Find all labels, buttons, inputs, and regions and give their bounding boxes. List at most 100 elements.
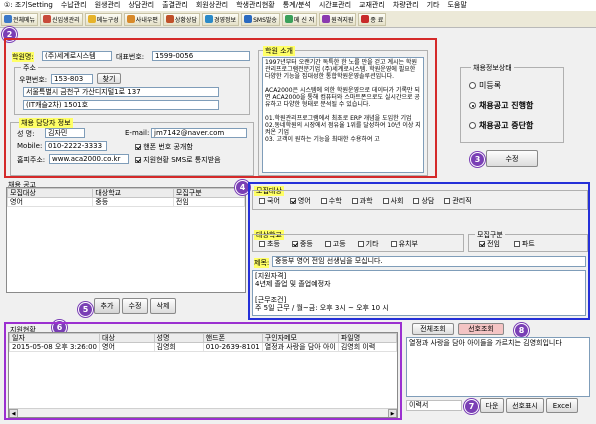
email-input[interactable]: jm7142@naver.com [151,128,247,138]
subjects-checkbox-3[interactable]: 과학 [351,196,373,206]
menu-item-7[interactable]: 통계/분석 [279,0,315,11]
manager-name-input[interactable]: 김자민 [45,128,85,138]
academy-phone-label: 대표번호: [116,53,145,61]
menu-item-9[interactable]: 교재관리 [355,0,389,11]
public-phone-checkbox[interactable]: 핸폰 번호 공개함 [135,142,193,152]
checkbox-mark [390,241,397,247]
job-delete-button[interactable]: 삭제 [150,298,176,314]
recruit-status-group: 채용정보상태 미등록 채용공고 진행함 채용공고 중단함 [460,63,564,143]
checkbox-label: 영어 [297,197,311,205]
tab-all-view[interactable]: 전체조회 [412,323,454,335]
preferred-mark-button[interactable]: 선호표시 [506,398,544,413]
checkbox-mark [291,241,298,247]
checkbox-label: 관리직 [452,197,472,205]
toolbar-button-5[interactable]: 경영정보 [201,12,240,26]
column-header[interactable]: 대상학교 [92,188,174,198]
schools-checkbox-4[interactable]: 유치부 [390,239,418,249]
find-address-button[interactable]: 찾기 [97,73,121,84]
schools-checkbox-2[interactable]: 고등 [324,239,346,249]
toolbar-button-9[interactable]: 종 료 [358,12,387,26]
toolbar-button-7[interactable]: 메 신 저 [281,12,318,26]
menu-item-8[interactable]: 시간표관리 [315,0,355,11]
post-title-label: 제목: [254,258,270,268]
toolbar-button-8[interactable]: 원격지원 [319,12,357,26]
scroll-left-icon[interactable]: ◀ [9,409,18,417]
applicant-memo-area[interactable]: 열정과 사랑을 담아 아이들을 가르치는 김영희입니다 [406,337,590,397]
scroll-right-icon[interactable]: ▶ [388,409,397,417]
menu-item-4[interactable]: 출결관리 [158,0,192,11]
column-header[interactable]: 구인자메모 [261,333,339,343]
address2-input[interactable]: (IT캐슬2차) 1501호 [23,100,219,110]
checkbox-label: 고등 [332,240,346,248]
subjects-checkbox-6[interactable]: 관리직 [444,196,472,206]
menu-item-1[interactable]: 수납관리 [57,0,91,11]
radio-button [469,102,476,109]
toolbar-button-1[interactable]: 신입생관리 [40,12,83,26]
menu-item-6[interactable]: 학생관리현황 [232,0,279,11]
job-detail-section: 모집대상 국어 영어 수학 과학 사회 상담 관리직 대상학교 초등 중등 고등 기타 유치부 모집… [248,182,590,320]
toolbar-button-3[interactable]: 사내우편 [123,12,161,26]
tab-preferred-view[interactable]: 선호조회 [458,323,504,335]
excel-export-button[interactable]: Excel [546,398,578,413]
column-header[interactable]: 파일명 [337,333,397,343]
homepage-input[interactable]: www.aca2000.co.kr [49,154,129,164]
intro-textarea[interactable]: 1997년부터 오랜기간 독특한 한 노를 만을 걷고 계시는 학원관리프로그램… [262,57,424,173]
toolbar-button-2[interactable]: 메뉴구성 [84,12,122,26]
menu-item-0[interactable]: ①: 조기Setting [0,0,57,11]
toolbar: 전체메뉴 신입생관리 메뉴구성 사내우편 상황상담 경영정보 SMS발송 메 신 저 원격지원 종… [0,11,596,28]
mobile-input[interactable]: 010-2222-3333 [45,141,107,151]
academy-name-input[interactable]: (주)세계로시스템 [42,51,112,61]
status-option-0[interactable]: 미등록 [469,80,501,91]
column-header[interactable]: 모집구분 [172,188,245,198]
schools-checkbox-1[interactable]: 중등 [291,239,313,249]
column-header[interactable]: 핸드폰 [202,333,263,343]
menu-item-2[interactable]: 원생관리 [91,0,125,11]
toolbar-button-label: 전체메뉴 [13,16,36,24]
academy-info-section: 학원명: (주)세계로시스템 대표번호: 1599-0056 주소 우편번호: … [4,38,437,178]
applicants-horizontal-scrollbar[interactable]: ◀ ▶ [9,408,397,417]
column-header[interactable]: 성명 [153,333,204,343]
schools-checkbox-3[interactable]: 기타 [357,239,379,249]
table-row[interactable]: 영어 중등 전임 [7,197,245,207]
types-checkbox-1[interactable]: 파트 [513,239,535,249]
menu-item-3[interactable]: 상담관리 [124,0,158,11]
toolbar-button-0[interactable]: 전체메뉴 [1,12,39,26]
menu-item-10[interactable]: 차량관리 [389,0,423,11]
status-option-2[interactable]: 채용공고 중단함 [469,120,533,131]
job-add-button[interactable]: 추가 [94,298,120,314]
school-group: 초등 중등 고등 기타 유치부 [252,234,464,252]
post-body-textarea[interactable]: [지원자격] 4년제 졸업 및 졸업예정자 [근무조건] 주 5일 근무 / 월… [252,270,586,316]
subjects-checkbox-4[interactable]: 사회 [382,196,404,206]
status-option-1[interactable]: 채용공고 진행함 [469,100,533,111]
checkbox-label: 과학 [359,197,373,205]
column-header[interactable]: 모집대상 [7,188,94,198]
toolbar-button-4[interactable]: 상황상담 [162,12,200,26]
toolbar-icon [204,15,213,23]
status-option-label: 채용공고 중단함 [479,121,534,130]
column-header[interactable]: 대상 [99,333,155,343]
status-edit-button[interactable]: 수정 [486,150,538,167]
menu-item-11[interactable]: 기타 [423,0,444,11]
subjects-checkbox-2[interactable]: 수학 [320,196,342,206]
job-edit-button[interactable]: 수정 [122,298,148,314]
subjects-checkbox-5[interactable]: 상담 [413,196,434,206]
zip-input[interactable]: 153-803 [51,74,93,84]
address1-input[interactable]: 서울특별시 금천구 가산디지털1로 137 [23,87,219,97]
academy-phone-input[interactable]: 1599-0056 [152,51,250,61]
column-header[interactable]: 일자 [9,333,100,343]
menu-item-12[interactable]: 도움말 [443,0,470,11]
post-title-input[interactable]: 중등부 영어 전임 선생님을 모십니다. [272,256,586,267]
checkbox-mark [135,157,141,163]
intro-label: 학원 소개 [263,46,295,56]
checkbox-label: 유치부 [398,240,418,248]
toolbar-button-6[interactable]: SMS발송 [241,12,280,26]
subjects-checkbox-0[interactable]: 국어 [259,196,280,206]
menu-item-5[interactable]: 회원상관리 [192,0,232,11]
sms-notify-checkbox[interactable]: 지원현황 SMS로 통지받음 [135,155,221,165]
schools-checkbox-0[interactable]: 초등 [259,239,280,249]
checkbox-label: 사회 [390,197,404,205]
table-row[interactable]: 2015-05-08 오후 3:26:00 영어 김영희 010-2639-8101 열… [9,342,397,352]
types-checkbox-0[interactable]: 전임 [479,239,500,249]
subjects-checkbox-1[interactable]: 영어 [289,196,311,206]
download-button[interactable]: 다운 [480,398,504,413]
